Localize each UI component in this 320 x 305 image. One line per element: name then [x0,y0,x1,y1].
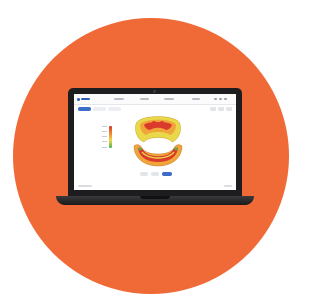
heatmap-legend [109,126,112,148]
nav-item-1[interactable] [114,97,124,101]
toolbar-button[interactable] [226,107,232,111]
app-header [74,94,236,105]
tab-1[interactable] [78,107,91,111]
laptop-lid [68,88,242,196]
window-controls[interactable] [214,97,227,101]
bottom-toolbar [140,172,172,176]
footer-info [78,185,92,187]
tab-3[interactable] [108,107,121,111]
nav-item-2[interactable] [140,97,149,101]
footer-status [224,185,232,187]
brand-logo-icon [77,97,90,101]
toolbar-button[interactable] [218,107,224,111]
toolbar-button[interactable] [210,107,216,111]
dental-arch-model[interactable] [128,112,188,168]
nav-item-3[interactable] [164,97,174,101]
tool-1[interactable] [140,172,148,176]
legend-ticks [102,126,108,148]
tool-3[interactable] [162,172,172,176]
webcam-icon [153,90,156,93]
laptop-screen [74,94,236,190]
tool-2[interactable] [151,172,159,176]
laptop-base [56,196,254,205]
nav-item-4[interactable] [192,97,200,101]
top-toolbar [210,107,232,111]
view-tabs [78,107,121,111]
tab-2[interactable] [93,107,106,111]
laptop-hinge [140,196,170,199]
